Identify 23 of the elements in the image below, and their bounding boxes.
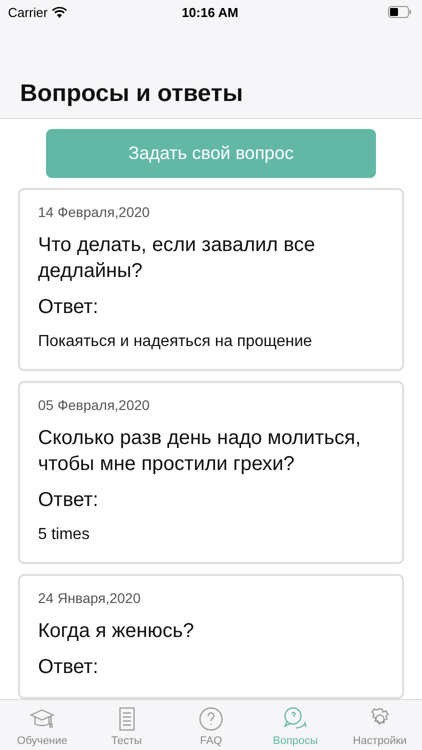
answer-text: 5 times: [38, 526, 91, 544]
battery-icon: [388, 6, 412, 18]
tab-bar-item[interactable]: FAQ: [168, 700, 254, 750]
tab-bar-item[interactable]: Настройки: [338, 700, 422, 750]
answer-text: Покаяться и надеяться на прощение: [38, 333, 314, 351]
tab-bar-item[interactable]: Тесты: [84, 700, 169, 750]
question-date: 14 Февраля,2020: [38, 204, 151, 220]
question-date: 05 Февраля,2020: [38, 397, 151, 413]
answer-label: Ответ:: [38, 296, 100, 319]
tab-bar-item[interactable]: Вопросы: [253, 700, 338, 750]
question-text: Что делать, если завалил все дедлайны?: [38, 233, 316, 284]
question-text: Сколько разв день надо молиться, чтобы мне простили грехи?: [38, 426, 362, 477]
answer-label: Ответ:: [38, 656, 100, 679]
carrier-label: Carrier: [8, 4, 48, 20]
question-date: 24 Января,2020: [38, 590, 142, 606]
status-time: 10:16 AM: [182, 4, 238, 20]
ask-question-button[interactable]: Задать свой вопрос: [46, 129, 376, 178]
question-text: Когда я женюсь?: [38, 619, 195, 644]
wifi-icon: [52, 6, 67, 18]
answer-label: Ответ:: [38, 489, 100, 512]
help-icon: [198, 706, 224, 732]
tab-bar-item[interactable]: Обучение: [0, 700, 84, 750]
page-title: Вопросы и ответы: [20, 80, 244, 108]
